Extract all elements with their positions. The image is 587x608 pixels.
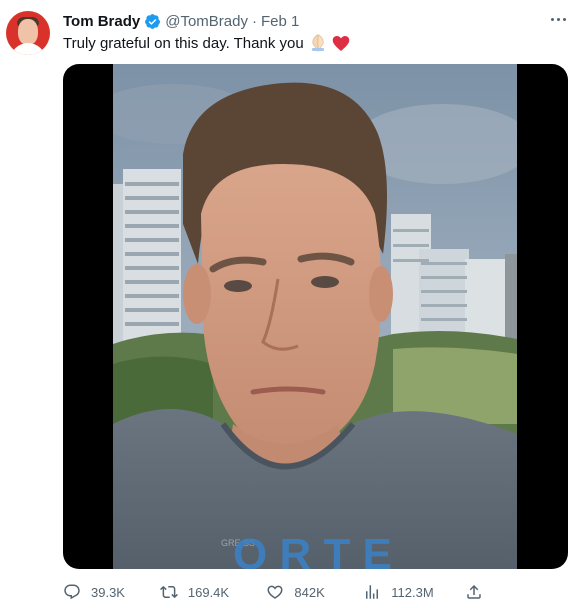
avatar[interactable] — [6, 11, 50, 55]
tweet-header: Tom Brady @TomBrady · Feb 1 — [63, 12, 299, 30]
share-button[interactable] — [465, 583, 493, 601]
folded-hands-emoji — [308, 34, 328, 52]
video-player[interactable]: GRE SS O R T E — [63, 64, 568, 569]
verified-badge-icon — [145, 13, 161, 29]
views-count: 112.3M — [391, 584, 434, 600]
reply-button[interactable]: 39.3K — [63, 583, 160, 601]
video-frame[interactable]: GRE SS O R T E — [113, 64, 517, 569]
separator: · — [251, 12, 257, 30]
share-icon — [467, 584, 481, 599]
retweet-icon — [159, 585, 178, 599]
tweet-date[interactable]: Feb 1 — [261, 13, 299, 30]
retweet-count: 169.4K — [187, 584, 230, 600]
like-count: 842K — [294, 584, 325, 600]
tweet-text: Truly grateful on this day. Thank you — [63, 34, 350, 52]
red-heart-emoji — [332, 35, 350, 52]
like-button[interactable]: 842K — [266, 583, 363, 601]
author-name[interactable]: Tom Brady — [63, 13, 140, 30]
tweet-text-content: Truly grateful on this day. Thank you — [63, 34, 304, 52]
reply-icon — [64, 584, 80, 600]
heart-icon — [267, 585, 283, 599]
views-icon — [366, 585, 379, 599]
retweet-button[interactable]: 169.4K — [159, 583, 267, 601]
reply-count: 39.3K — [91, 584, 125, 600]
svg-text:O R T E: O R T E — [233, 530, 392, 569]
tweet-actions: 39.3K 169.4K 842K 112.3M — [63, 582, 493, 602]
video-still-image: GRE SS O R T E — [113, 64, 517, 569]
more-icon[interactable] — [549, 10, 567, 28]
views-button[interactable]: 112.3M — [363, 583, 465, 601]
tweet: Tom Brady @TomBrady · Feb 1 Truly gratef… — [0, 0, 587, 608]
author-handle[interactable]: @TomBrady — [165, 13, 248, 30]
